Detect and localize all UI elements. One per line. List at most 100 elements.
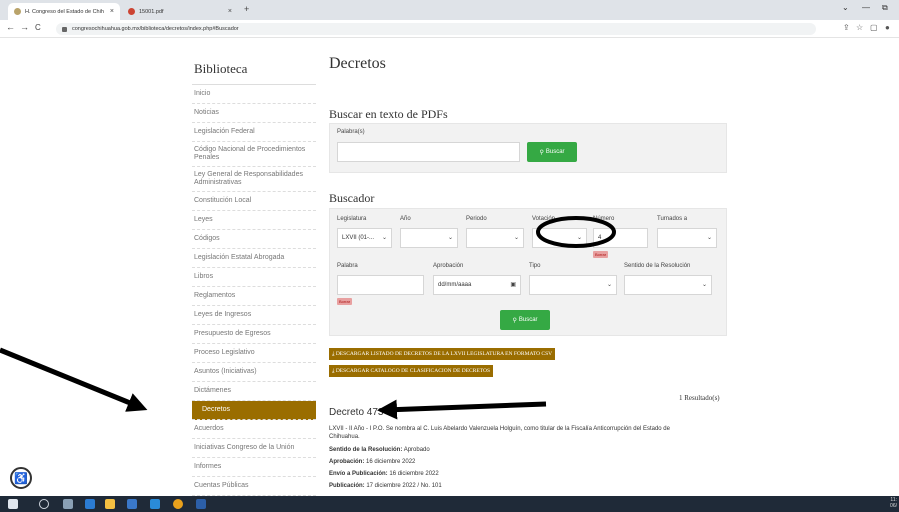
sidebar-item-noticias[interactable]: Noticias: [192, 104, 316, 123]
sidebar-item-leyes[interactable]: Leyes: [192, 211, 316, 230]
clock[interactable]: 11: 06/: [890, 497, 897, 509]
results-count: 1 Resultado(s): [679, 394, 720, 402]
numero-input[interactable]: 4: [593, 228, 648, 248]
sidebar-item-presupuesto[interactable]: Presupuesto de Egresos: [192, 325, 316, 344]
download-csv-button[interactable]: ⤓ DESCARGAR LISTADO DE DECRETOS DE LA LX…: [329, 348, 556, 360]
publicacion-value: 17 diciembre 2022 / No. 101: [366, 483, 442, 489]
word-icon[interactable]: [196, 499, 206, 509]
pdf-favicon-icon: [128, 8, 135, 15]
sidebar-item-reglamentos[interactable]: Reglamentos: [192, 287, 316, 306]
sidebar-item-leyes-ingresos[interactable]: Leyes de Ingresos: [192, 306, 316, 325]
anio-select[interactable]: ⌄: [400, 228, 458, 248]
sidebar-item-codigos[interactable]: Códigos: [192, 230, 316, 249]
sidebar-item-proceso-legislativo[interactable]: Proceso Legislativo: [192, 344, 316, 363]
sidebar-toggle-icon[interactable]: ▢: [870, 23, 878, 32]
chevron-down-icon: ⌄: [513, 235, 519, 241]
file-explorer-icon[interactable]: [105, 499, 115, 509]
mail-icon[interactable]: [150, 499, 160, 509]
sidebar-item-inicio[interactable]: Inicio: [192, 85, 316, 104]
decree-summary-line1: LXVII - II Año - I P.O. Se nombra al C. …: [329, 426, 670, 432]
buscador-heading: Buscador: [329, 191, 375, 205]
accessibility-button[interactable]: ♿: [10, 467, 32, 489]
chevron-down-icon: ⌄: [381, 235, 387, 241]
pdf-search-panel: Palabra(s) ⚲ Buscar: [329, 123, 727, 173]
forward-icon[interactable]: →: [20, 22, 29, 32]
sidebar-item-iniciativas-union[interactable]: Iniciativas Congreso de la Unión: [192, 439, 316, 458]
pdf-words-input[interactable]: [337, 142, 520, 162]
aprobacion-label: Aprobación: [433, 263, 464, 269]
restore-icon[interactable]: ⧉: [882, 3, 888, 13]
tab-title: H. Congreso del Estado de Chih: [25, 8, 104, 15]
windows-start-icon[interactable]: [8, 499, 18, 509]
aprobacion-key: Aprobación:: [329, 459, 365, 465]
new-tab-icon[interactable]: +: [244, 4, 249, 14]
date-placeholder: dd/mm/aaaa: [438, 282, 472, 288]
close-tab-icon[interactable]: ×: [228, 8, 232, 15]
sidebar-item-informes[interactable]: Informes: [192, 458, 316, 477]
sidebar-item-decretos[interactable]: Decretos: [192, 401, 316, 420]
palabra-input[interactable]: [337, 275, 424, 295]
sidebar-item-dictamenes[interactable]: Dictámenes: [192, 382, 316, 401]
aprobacion-date-input[interactable]: dd/mm/aaaa ▣: [433, 275, 521, 295]
numero-clear-button[interactable]: Borrar: [593, 251, 609, 258]
task-view-icon[interactable]: [63, 499, 73, 509]
decree-summary-line2: Chihuahua.: [329, 434, 360, 440]
votacion-select[interactable]: ⌄: [532, 228, 587, 248]
numero-input-value: 4: [598, 235, 602, 241]
sidebar-item-libros[interactable]: Libros: [192, 268, 316, 287]
sidebar-item-asuntos[interactable]: Asuntos (Iniciativas): [192, 363, 316, 382]
envio-value: 16 diciembre 2022: [389, 471, 439, 477]
share-icon[interactable]: ⇪: [843, 23, 850, 32]
buscador-panel: Legislatura Año Periodo Votación Número …: [329, 208, 727, 336]
download-catalog-button[interactable]: ⤓ DESCARGAR CATALOGO DE CLASIFICACION DE…: [329, 365, 494, 377]
profile-icon[interactable]: ●: [885, 23, 890, 32]
accessibility-icon: ♿: [14, 472, 28, 485]
minimize-icon[interactable]: —: [862, 3, 870, 12]
tab-search-chevron-icon[interactable]: ⌄: [842, 3, 849, 12]
envio-key: Envío a Publicación:: [329, 471, 388, 477]
sidebar-item-codigo-nacional[interactable]: Código Nacional de Procedimientos Penale…: [192, 142, 316, 167]
periodo-select[interactable]: ⌄: [466, 228, 524, 248]
sidebar-item-ley-general[interactable]: Ley General de Responsabilidades Adminis…: [192, 167, 316, 192]
sentido-select[interactable]: ⌄: [624, 275, 712, 295]
decree-publicacion: Publicación: 17 diciembre 2022 / No. 101: [329, 483, 442, 489]
browser-tab-bar: H. Congreso del Estado de Chih × 15001.p…: [0, 0, 899, 20]
pdf-search-heading: Buscar en texto de PDFs: [329, 107, 448, 121]
search-icon[interactable]: [39, 499, 49, 509]
legislatura-label: Legislatura: [337, 216, 367, 222]
turnados-label: Turnados a: [657, 216, 688, 222]
decree-title[interactable]: Decreto 473: [329, 407, 383, 418]
edge-icon[interactable]: [85, 499, 95, 509]
sidebar-item-acuerdos[interactable]: Acuerdos: [192, 420, 316, 439]
sidebar-item-legislacion-federal[interactable]: Legislación Federal: [192, 123, 316, 142]
legislatura-select[interactable]: LXVII (01-... ⌄: [337, 228, 392, 248]
palabra-clear-button[interactable]: Borrar: [337, 298, 353, 305]
bookmark-star-icon[interactable]: ☆: [856, 23, 863, 32]
sentido-value: Aprobado: [403, 447, 430, 453]
close-tab-icon[interactable]: ×: [110, 8, 114, 15]
windows-taskbar: 11: 06/: [0, 496, 899, 512]
reload-icon[interactable]: C: [35, 23, 41, 32]
lock-icon: [62, 26, 67, 32]
pdf-search-button-label: Buscar: [545, 149, 565, 155]
tipo-select[interactable]: ⌄: [529, 275, 617, 295]
calendar-icon[interactable]: ▣: [510, 281, 516, 288]
tab-pdf[interactable]: 15001.pdf ×: [122, 3, 238, 20]
chevron-down-icon: ⌄: [576, 235, 582, 241]
address-bar-row: ← → C congresochihuahua.gob.mx/bibliotec…: [0, 20, 899, 38]
web-page: Biblioteca Inicio Noticias Legislación F…: [0, 39, 899, 496]
chevron-down-icon: ⌄: [447, 235, 453, 241]
back-icon[interactable]: ←: [6, 22, 15, 32]
sentido-label: Sentido de la Resolución: [624, 263, 691, 269]
sidebar-item-cuentas-publicas[interactable]: Cuentas Públicas: [192, 477, 316, 496]
chrome-icon[interactable]: [173, 499, 183, 509]
tab-congreso[interactable]: H. Congreso del Estado de Chih ×: [8, 3, 120, 20]
turnados-select[interactable]: ⌄: [657, 228, 717, 248]
url-field[interactable]: congresochihuahua.gob.mx/biblioteca/decr…: [56, 23, 816, 35]
store-icon[interactable]: [127, 499, 137, 509]
pdf-search-button[interactable]: ⚲ Buscar: [527, 142, 577, 162]
sidebar-item-constitucion[interactable]: Constitución Local: [192, 192, 316, 211]
periodo-label: Periodo: [466, 216, 487, 222]
sidebar-item-legislacion-abrogada[interactable]: Legislación Estatal Abrogada: [192, 249, 316, 268]
buscador-search-button[interactable]: ⚲ Buscar: [500, 310, 550, 330]
